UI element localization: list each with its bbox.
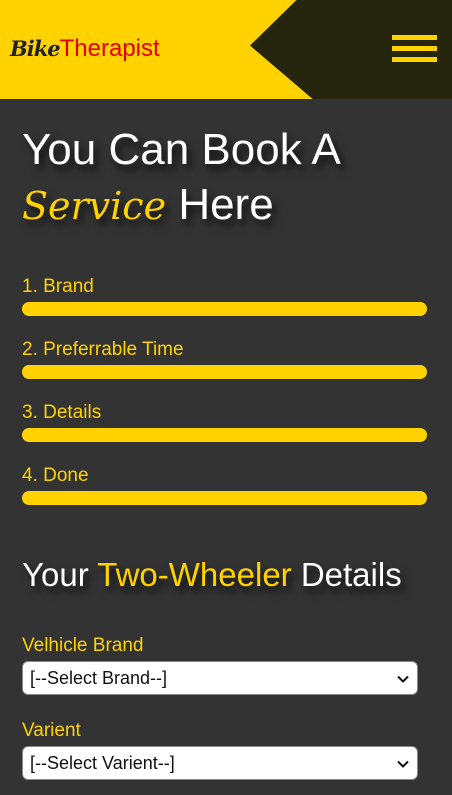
step-details: 3. Details <box>22 402 427 442</box>
variant-select-value: [--Select Varient--] <box>30 753 175 773</box>
step-done: 4. Done <box>22 465 427 505</box>
step-label: 2. Preferrable Time <box>22 339 184 360</box>
page-title-line2: Here <box>178 180 274 229</box>
brand-select[interactable]: [--Select Brand--] <box>22 661 418 695</box>
step-label: 3. Details <box>22 402 102 423</box>
section-title-part1: Your <box>22 556 89 593</box>
menu-bar-middle <box>392 46 437 51</box>
logo-bike-text: Bike <box>10 36 61 61</box>
chevron-down-icon <box>397 760 409 768</box>
brand-select-value: [--Select Brand--] <box>30 668 168 688</box>
variant-label: Varient <box>22 720 81 741</box>
section-title-accent: Two-Wheeler <box>97 556 292 593</box>
step-progress-bar <box>22 491 427 505</box>
page-title-line1: You Can Book A <box>22 125 341 174</box>
menu-bar-bottom <box>392 57 437 62</box>
page-title-script-word: Service <box>22 184 167 228</box>
step-time: 2. Preferrable Time <box>22 339 427 379</box>
brand-label: Velhicle Brand <box>22 635 144 656</box>
hamburger-menu-icon[interactable] <box>392 35 437 63</box>
chevron-down-icon <box>397 675 409 683</box>
step-progress-bar <box>22 365 427 379</box>
step-progress-bar <box>22 302 427 316</box>
step-brand: 1. Brand <box>22 276 427 316</box>
site-header: BikeTherapist <box>0 0 452 99</box>
step-label: 1. Brand <box>22 276 94 297</box>
page-title: You Can Book A Service Here <box>22 122 432 234</box>
logo-therapist-text: Therapist <box>59 35 160 62</box>
step-label: 4. Done <box>22 465 89 486</box>
menu-bar-top <box>392 35 437 40</box>
section-title-part2: Details <box>300 556 402 593</box>
variant-select[interactable]: [--Select Varient--] <box>22 746 418 780</box>
logo[interactable]: BikeTherapist <box>10 34 160 64</box>
step-progress-bar <box>22 428 427 442</box>
section-title: Your Two-Wheeler Details <box>22 553 442 597</box>
page: BikeTherapist You Can Book A Service Her… <box>0 0 452 795</box>
